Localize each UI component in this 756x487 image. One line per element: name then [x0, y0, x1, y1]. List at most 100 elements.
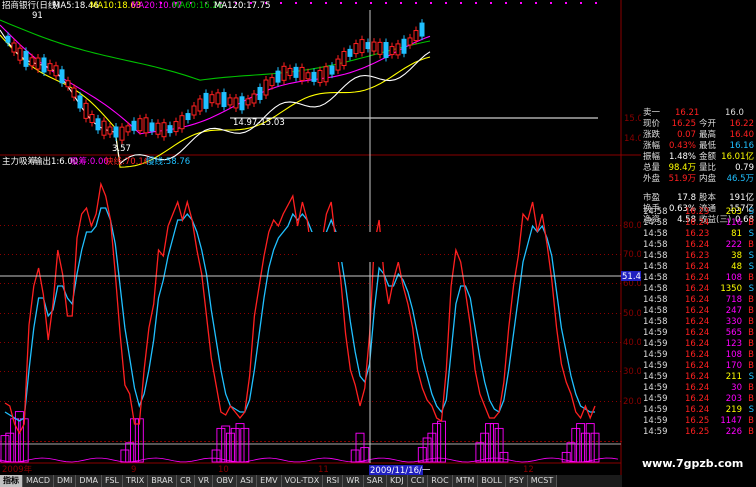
indicator-axis-50: 50.00	[623, 309, 641, 319]
quote-label: 涨跌	[643, 130, 661, 140]
quote-value: 17.8	[677, 193, 696, 203]
tick-side: B	[748, 394, 754, 404]
quote-label-2: 内盘	[699, 174, 717, 184]
indicator-axis-30: 30.00	[623, 367, 641, 377]
tab-dma[interactable]: DMA	[76, 475, 102, 487]
price-header-ma120: MA120:17.75	[214, 1, 271, 11]
tick-row[interactable]: 14:58 16.24 247 B	[641, 306, 756, 317]
tick-row[interactable]: 14:58 16.24 108 B	[641, 273, 756, 284]
tick-side: B	[748, 427, 754, 437]
quote-value-2: 46.5万	[726, 174, 754, 184]
tick-row[interactable]: 14:59 16.24 203 B	[641, 394, 756, 405]
date-mark-cursor: 2009/11/16/一	[370, 466, 431, 475]
tick-side: S	[748, 372, 754, 382]
quote-panel: 卖一 16.21 16.0 现价 16.25 今开 16.22 涨跌 0.07 最高 16.4…	[641, 108, 756, 438]
tick-row[interactable]: 14:58 16.24 116 B	[641, 218, 756, 229]
tick-volume: 1350	[720, 284, 742, 294]
tab-sar[interactable]: SAR	[363, 475, 387, 487]
tick-price: 16.24	[685, 240, 710, 250]
tab-kdj[interactable]: KDJ	[386, 475, 408, 487]
tick-row[interactable]: 14:59 16.25 226 B	[641, 427, 756, 438]
tick-row[interactable]: 14:59 16.24 30 B	[641, 383, 756, 394]
tick-volume: 108	[725, 273, 742, 283]
tab-obv[interactable]: OBV	[213, 475, 238, 487]
indicator-header-fast: 快线:70.16	[105, 156, 149, 167]
tick-side: B	[748, 317, 754, 327]
quote-row: 现价 16.25 今开 16.22	[641, 119, 756, 130]
tick-side: B	[748, 416, 754, 426]
tick-time: 14:59	[643, 394, 668, 404]
tab-emv[interactable]: EMV	[257, 475, 282, 487]
tick-side: S	[748, 262, 754, 272]
tick-time: 14:58	[643, 273, 668, 283]
quote-label-2: 量比	[699, 163, 717, 173]
tick-volume: 330	[725, 317, 742, 327]
tab-dmi[interactable]: DMI	[53, 475, 77, 487]
tick-row[interactable]: 14:58 16.24 48 S	[641, 262, 756, 273]
tick-price: 16.24	[685, 350, 710, 360]
tick-time: 14:59	[643, 427, 668, 437]
tick-row[interactable]: 14:58 16.23 38 S	[641, 251, 756, 262]
tab-fsl[interactable]: FSL	[101, 475, 123, 487]
quote-value-2: 16.16	[729, 141, 754, 151]
tick-volume: 123	[725, 339, 742, 349]
tick-row[interactable]: 14:59 16.24 219 S	[641, 405, 756, 416]
tick-time: 14:58	[643, 229, 668, 239]
tab-mtm[interactable]: MTM	[452, 475, 479, 487]
tick-row[interactable]: 14:59 16.24 123 B	[641, 339, 756, 350]
tab-cr[interactable]: CR	[177, 475, 196, 487]
tab-vr[interactable]: VR	[195, 475, 214, 487]
tick-price: 16.24	[685, 394, 710, 404]
tick-row[interactable]: 14:58 16.24 330 B	[641, 317, 756, 328]
tab-rsi[interactable]: RSI	[323, 475, 344, 487]
tick-price: 16.24	[685, 306, 710, 316]
tick-price: 16.24	[685, 284, 710, 294]
tab-macd[interactable]: MACD	[23, 475, 54, 487]
tab-asi[interactable]: ASI	[237, 475, 258, 487]
tick-price: 16.23	[685, 207, 710, 217]
quote-label: 振幅	[643, 152, 661, 162]
tick-volume: 81	[731, 229, 742, 239]
tick-row[interactable]: 14:58 16.24 1350 S	[641, 284, 756, 295]
tick-row[interactable]: 14:58 16.24 718 B	[641, 295, 756, 306]
tab-cci[interactable]: CCI	[407, 475, 429, 487]
tick-volume: 565	[725, 328, 742, 338]
tab-psy[interactable]: PSY	[505, 475, 528, 487]
tick-row[interactable]: 14:58 16.23 81 S	[641, 229, 756, 240]
tick-price: 16.23	[685, 251, 710, 261]
tick-row[interactable]: 14:59 16.25 1147 B	[641, 416, 756, 427]
tick-price: 16.23	[685, 229, 710, 239]
tab-roc[interactable]: ROC	[428, 475, 453, 487]
tick-side: S	[748, 251, 754, 261]
quote-row: 涨跌 0.07 最高 16.40	[641, 130, 756, 141]
tick-time: 14:58	[643, 284, 668, 294]
tick-side: S	[748, 207, 754, 217]
tick-row[interactable]: 14:58 16.24 222 B	[641, 240, 756, 251]
tab-boll[interactable]: BOLL	[478, 475, 506, 487]
tab-brar[interactable]: BRAR	[148, 475, 178, 487]
tick-price: 16.24	[685, 361, 710, 371]
tick-price: 16.24	[685, 262, 710, 272]
tick-row[interactable]: 14:59 16.24 565 B	[641, 328, 756, 339]
tick-row[interactable]: 14:59 16.24 211 S	[641, 372, 756, 383]
tick-row[interactable]: 14:58 16.23 203 S	[641, 207, 756, 218]
tab-wr[interactable]: WR	[343, 475, 364, 487]
tick-side: B	[748, 273, 754, 283]
indicator-tab-bar: 指标 MACD DMI DMA FSL TRIX BRAR CR VR OBV ASI EMV VOL-…	[0, 475, 622, 487]
tab-mcst[interactable]: MCST	[527, 475, 558, 487]
tick-row[interactable]: 14:59 16.24 108 B	[641, 350, 756, 361]
tick-row[interactable]: 14:59 16.24 170 B	[641, 361, 756, 372]
tab-trix[interactable]: TRIX	[122, 475, 149, 487]
tab-vol-tdx[interactable]: VOL-TDX	[281, 475, 324, 487]
tick-price: 16.24	[685, 372, 710, 382]
tick-time: 14:59	[643, 339, 668, 349]
tick-price: 16.24	[685, 295, 710, 305]
tick-volume: 170	[725, 361, 742, 371]
tab-指标[interactable]: 指标	[0, 475, 23, 487]
quote-label: 市盈	[643, 193, 661, 203]
tick-volume: 222	[725, 240, 742, 250]
tick-time: 14:59	[643, 405, 668, 415]
tick-price: 16.24	[685, 405, 710, 415]
date-mark-1: 2009年	[2, 464, 33, 475]
tick-volume: 116	[725, 218, 742, 228]
